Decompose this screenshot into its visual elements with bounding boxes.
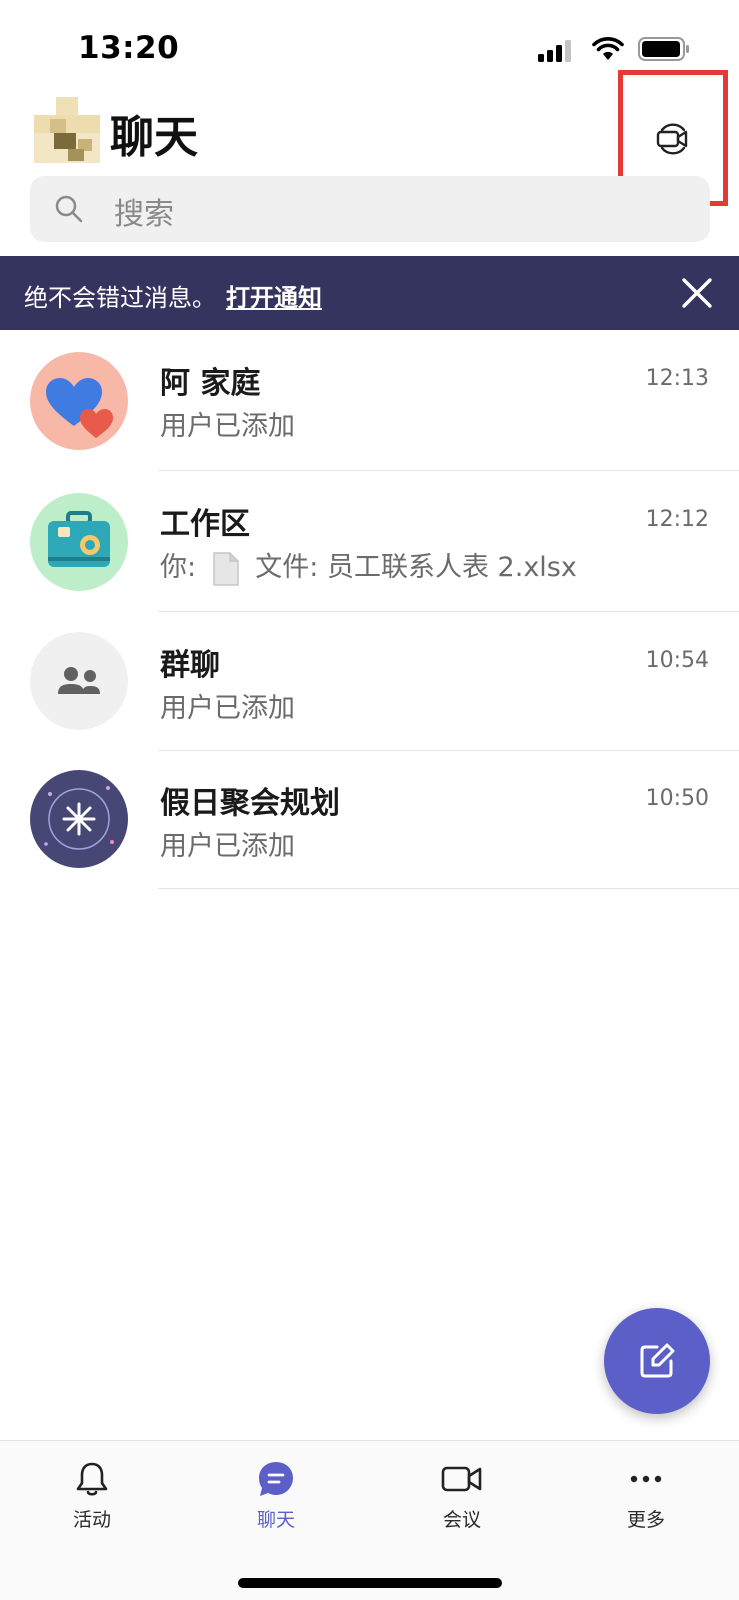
divider [158,888,739,889]
preview-sender: 你: [160,552,197,583]
close-icon[interactable] [680,276,714,310]
chat-name: 阿 家庭 [160,366,261,401]
chat-item-holiday-planning[interactable]: 假日聚会规划 用户已添加 10:50 [0,750,739,891]
chat-item-family[interactable]: 阿 家庭 用户已添加 12:13 [0,330,739,471]
new-chat-button[interactable] [604,1308,710,1414]
page-title: 聊天 [110,112,198,163]
chat-time: 12:13 [645,366,709,391]
people-icon [58,667,100,694]
nav-label: 会议 [442,1509,481,1531]
search-placeholder: 搜索 [114,197,174,232]
nav-activity[interactable]: 活动 [32,1459,152,1549]
chat-name: 群聊 [160,648,220,683]
suitcase-icon [48,511,110,567]
banner-text: 绝不会错过消息。 [24,284,216,312]
more-icon [630,1475,662,1483]
nav-label: 聊天 [256,1509,295,1531]
hearts-icon [46,378,113,438]
nav-label: 活动 [72,1509,111,1531]
home-indicator [238,1578,502,1588]
chat-time: 10:50 [645,786,709,811]
chat-item-workspace[interactable]: 工作区 你: 文件: 员工联系人表 2.xlsx 12:12 [0,471,739,612]
status-time: 13:20 [78,30,180,66]
nav-meetings[interactable]: 会议 [402,1459,522,1549]
battery-icon [638,37,689,61]
meet-now-icon [656,123,688,155]
chat-avatar [30,493,128,591]
chat-name: 假日聚会规划 [160,786,340,821]
chat-time: 10:54 [645,648,709,673]
nav-more[interactable]: 更多 [586,1459,706,1549]
chat-avatar [30,352,128,450]
chat-time: 12:12 [645,507,709,532]
nav-chat[interactable]: 聊天 [216,1459,336,1549]
compose-icon [640,1343,675,1378]
search-icon [55,195,83,223]
nav-label: 更多 [626,1509,665,1531]
chat-preview: 用户已添加 [160,411,295,442]
preview-file: 文件: 员工联系人表 2.xlsx [255,552,577,583]
sparkle-icon [44,786,114,850]
enable-notifications-link[interactable]: 打开通知 [226,278,322,313]
bottom-nav: 活动 聊天 会议 更多 [0,1440,739,1600]
chat-item-group[interactable]: 群聊 用户已添加 10:54 [0,612,739,753]
notification-banner: 绝不会错过消息。 打开通知 [0,256,739,330]
chat-preview: 用户已添加 [160,831,295,862]
chat-screen: 13:20 聊天 搜索 绝不会错过消息。 打开通知 阿 家庭 用户已添加 12:… [0,0,739,1600]
chat-icon [259,1462,293,1496]
cellular-signal-icon [538,38,574,62]
video-icon [441,1466,482,1492]
user-avatar[interactable] [34,97,100,163]
file-icon [212,551,239,586]
search-input[interactable]: 搜索 [30,176,710,242]
chat-avatar [30,770,128,868]
chat-preview: 用户已添加 [160,693,295,724]
chat-name: 工作区 [160,507,250,542]
bell-icon [76,1462,108,1496]
chat-preview: 你: 文件: 员工联系人表 2.xlsx [160,545,577,587]
chat-avatar [30,632,128,730]
wifi-icon [592,37,624,60]
